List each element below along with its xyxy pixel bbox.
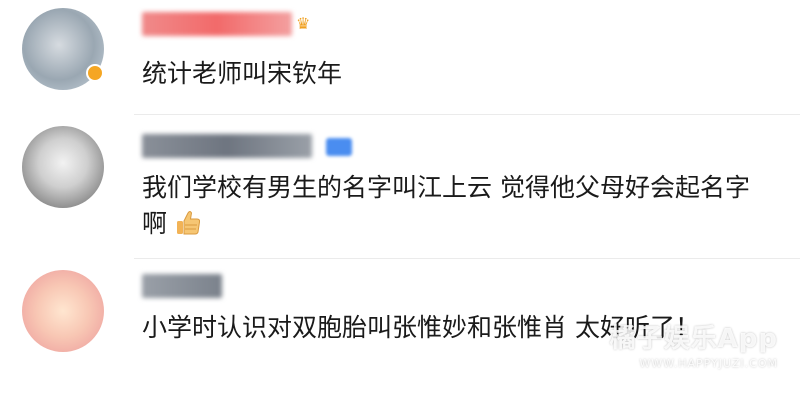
member-badge-icon (326, 138, 352, 156)
thumbs-up-icon (173, 208, 203, 238)
comment-text-content: 我们学校有男生的名字叫江上云 觉得他父母好会起名字啊 (142, 173, 750, 238)
comment-item: 我们学校有男生的名字叫江上云 觉得他父母好会起名字啊 (0, 118, 800, 260)
username-blurred[interactable] (142, 134, 312, 158)
vip-badge-icon (86, 64, 104, 82)
divider (134, 258, 800, 259)
comment-text: 统计老师叫宋钦年 (142, 59, 343, 88)
username-blurred[interactable] (142, 274, 222, 298)
user-avatar[interactable] (22, 126, 104, 208)
divider (134, 114, 800, 115)
watermark-logo: 橘子娱乐App WWW.HAPPYJUZI.COM (610, 318, 778, 370)
comment-text: 我们学校有男生的名字叫江上云 觉得他父母好会起名字啊 (142, 170, 760, 242)
user-avatar[interactable] (22, 270, 104, 352)
username-blurred[interactable] (142, 12, 292, 36)
watermark-url: WWW.HAPPYJUZI.COM (639, 357, 778, 370)
comment-item: ♛ 统计老师叫宋钦年 (0, 0, 800, 118)
crown-icon: ♛ (296, 14, 311, 33)
watermark-main: 橘子娱乐App (609, 324, 778, 354)
